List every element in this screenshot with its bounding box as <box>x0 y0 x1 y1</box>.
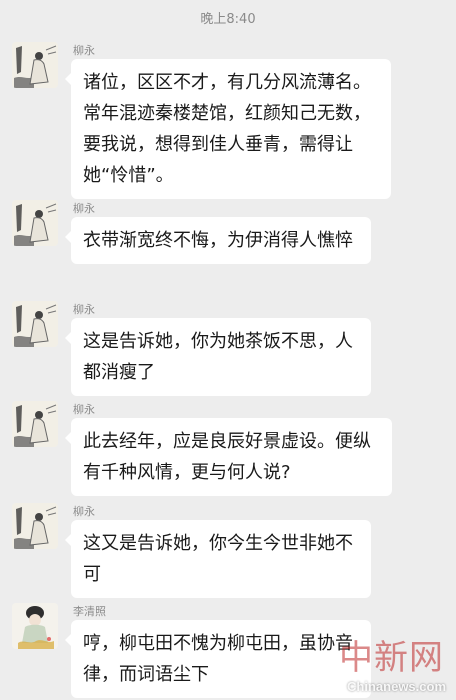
avatar-liuyong-icon[interactable] <box>12 503 58 549</box>
sender-name: 柳永 <box>73 505 95 518</box>
avatar-liuyong-icon[interactable] <box>12 42 58 88</box>
sender-name: 柳永 <box>73 202 95 215</box>
message-bubble[interactable]: 这又是告诉她，你今生今世非她不可 <box>65 520 371 598</box>
message-bubble[interactable]: 这是告诉她，你为她茶饭不思，人都消瘦了 <box>65 318 371 396</box>
sender-name: 柳永 <box>73 44 95 57</box>
message-bubble[interactable]: 此去经年，应是良辰好景虚设。便纵有千种风情，更与何人说? <box>65 418 392 496</box>
avatar-liuyong-icon[interactable] <box>12 301 58 347</box>
watermark-en: Chinanews.com <box>347 679 446 694</box>
message-bubble[interactable]: 诸位，区区不才，有几分风流薄名。常年混迹秦楼楚馆，红颜知己无数，要我说，想得到佳… <box>65 59 391 199</box>
sender-name: 柳永 <box>73 403 95 416</box>
watermark-cn: 中新网 <box>339 638 444 678</box>
message-bubble[interactable]: 哼，柳屯田不愧为柳屯田，虽协音律，而词语尘下 <box>65 620 371 698</box>
chinanews-watermark: 中新网 Chinanews.com <box>338 630 448 694</box>
sender-name: 柳永 <box>73 303 95 316</box>
sender-name: 李清照 <box>73 605 106 618</box>
avatar-liuyong-icon[interactable] <box>12 200 58 246</box>
avatar-liuyong-icon[interactable] <box>12 401 58 447</box>
message-bubble[interactable]: 衣带渐宽终不悔，为伊消得人憔悴 <box>65 217 371 264</box>
timestamp: 晚上8:40 <box>200 12 256 27</box>
avatar-liqingzhao-icon[interactable] <box>12 603 58 649</box>
